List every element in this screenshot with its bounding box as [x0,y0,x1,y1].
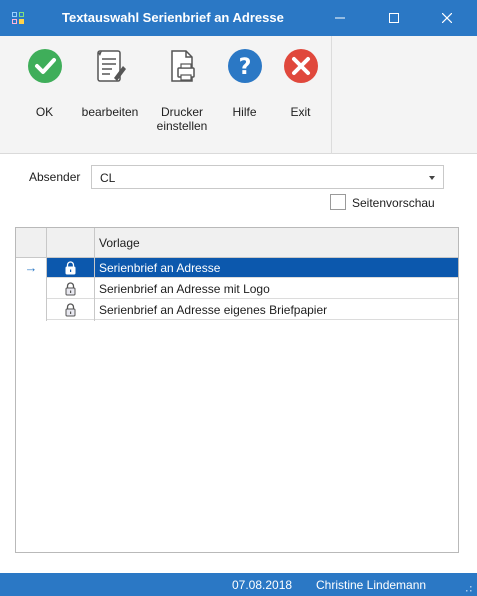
edit-button[interactable]: bearbeiten [76,48,144,119]
printer-label-line2: einstellen [156,119,208,133]
sender-value: CL [100,171,116,185]
lock-icon [47,300,94,320]
exit-button[interactable]: Exit [278,48,323,119]
svg-text:?: ? [238,55,251,80]
ok-button[interactable]: OK [22,48,67,119]
title-bar: Textauswahl Serienbrief an Adresse [0,0,477,36]
row-label: Serienbrief an Adresse [99,261,221,275]
ok-label: OK [35,105,54,119]
current-row-arrow-icon: → [16,258,46,278]
sender-label: Absender [29,170,81,184]
column-separator [46,258,47,321]
row-label: Serienbrief an Adresse eigenes Briefpapi… [99,303,328,317]
minimize-button[interactable] [317,0,363,36]
status-user: Christine Lindemann [316,578,427,592]
toolbar-group: OK bearbeiten Drucker einstellen ? Hilfe… [10,36,332,154]
preview-label: Seitenvorschau [352,196,435,210]
column-separator [94,228,95,258]
row-indicator [16,300,46,320]
sender-combobox[interactable]: CL [91,165,444,189]
maximize-button[interactable] [371,0,417,36]
grid-header: Vorlage [16,228,458,258]
edit-document-icon [97,50,126,82]
help-button[interactable]: ? Hilfe [222,48,267,119]
printer-label-line1: Drucker [160,105,203,119]
column-separator [46,228,47,258]
preview-checkbox[interactable] [330,194,346,210]
template-grid: Vorlage → Serienbrief an Adresse Serienb… [15,227,459,553]
chevron-down-icon[interactable] [429,176,435,180]
window-title: Textauswahl Serienbrief an Adresse [62,10,284,25]
lock-icon [47,279,94,299]
status-bar: 07.08.2018 Christine Lindemann [0,573,477,596]
column-header-template[interactable]: Vorlage [99,236,140,250]
lock-icon [47,258,94,278]
printer-icon [171,50,195,82]
resize-grip-icon[interactable] [466,586,472,592]
checkmark-icon [27,49,62,83]
printer-settings-button[interactable]: Drucker einstellen [152,48,212,133]
column-separator [94,258,95,321]
exit-icon [283,49,318,83]
maximize-icon [389,13,399,23]
exit-label: Exit [290,105,311,119]
table-row[interactable]: Serienbrief an Adresse mit Logo [16,279,458,299]
row-indicator [16,279,46,299]
help-label: Hilfe [232,105,257,119]
toolbar: OK bearbeiten Drucker einstellen ? Hilfe… [0,36,477,154]
close-icon [442,13,452,23]
close-button[interactable] [424,0,470,36]
row-label: Serienbrief an Adresse mit Logo [99,282,270,296]
app-icon [12,12,25,25]
table-row[interactable]: Serienbrief an Adresse eigenes Briefpapi… [16,300,458,320]
edit-label: bearbeiten [81,105,139,119]
help-icon: ? [227,49,262,83]
minimize-icon [335,17,345,19]
status-date: 07.08.2018 [232,578,293,592]
table-row[interactable]: → Serienbrief an Adresse [16,258,458,278]
